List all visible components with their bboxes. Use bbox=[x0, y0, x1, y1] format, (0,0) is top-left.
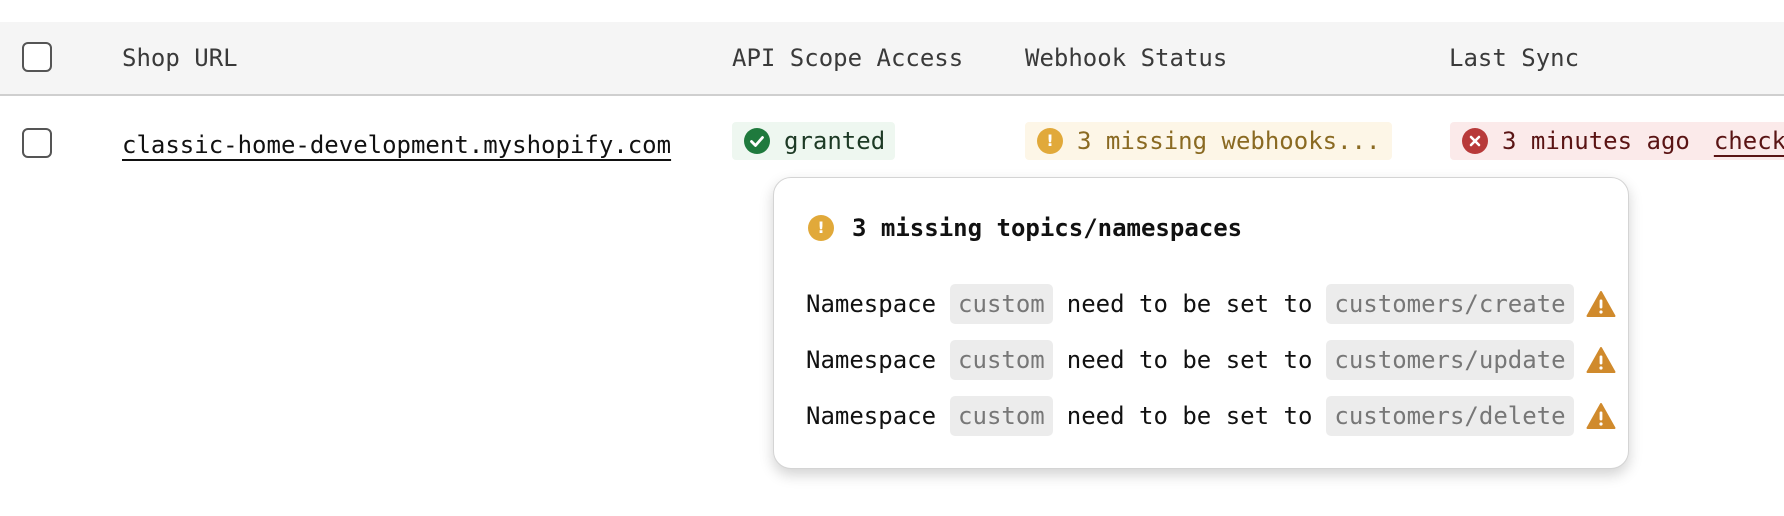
topic-code: customers/update bbox=[1326, 340, 1574, 380]
column-header-api-scope-access[interactable]: API Scope Access bbox=[732, 22, 963, 94]
shop-url-link[interactable]: classic-home-development.myshopify.com bbox=[122, 131, 671, 159]
popover-title: ! 3 missing topics/namespaces bbox=[808, 214, 1242, 242]
namespace-instruction: need to be set to bbox=[1066, 290, 1313, 318]
row-checkbox[interactable] bbox=[22, 128, 52, 158]
namespace-prefix: Namespace bbox=[806, 346, 937, 374]
exclamation-circle-icon: ! bbox=[808, 215, 834, 241]
api-scope-status-badge: granted bbox=[732, 122, 896, 160]
namespace-prefix: Namespace bbox=[806, 402, 937, 430]
webhook-status-badge[interactable]: ! 3 missing webhooks... bbox=[1025, 122, 1393, 160]
popover-title-text: 3 missing topics/namespaces bbox=[852, 214, 1243, 242]
last-sync-status-badge: 3 minutes ago check bbox=[1450, 122, 1784, 160]
topic-code: customers/create bbox=[1326, 284, 1574, 324]
table-header: Shop URL API Scope Access Webhook Status… bbox=[0, 22, 1784, 96]
namespace-code: custom bbox=[950, 340, 1053, 380]
check-circle-icon bbox=[744, 128, 770, 154]
warning-triangle-icon bbox=[1586, 402, 1616, 430]
api-scope-status-label: granted bbox=[784, 127, 886, 155]
namespace-code: custom bbox=[950, 284, 1053, 324]
webhook-missing-popover: ! 3 missing topics/namespaces Namespace … bbox=[773, 177, 1629, 469]
warning-triangle-icon bbox=[1586, 290, 1616, 318]
column-header-shop-url[interactable]: Shop URL bbox=[122, 22, 238, 94]
namespace-prefix: Namespace bbox=[806, 290, 937, 318]
last-sync-label: 3 minutes ago bbox=[1502, 127, 1690, 155]
topic-code: customers/delete bbox=[1326, 396, 1574, 436]
namespace-instruction: need to be set to bbox=[1066, 402, 1313, 430]
missing-topic-item: Namespace custom need to be set to custo… bbox=[806, 396, 1616, 436]
missing-topic-item: Namespace custom need to be set to custo… bbox=[806, 284, 1616, 324]
check-sync-link[interactable]: check bbox=[1714, 122, 1784, 160]
exclamation-circle-icon: ! bbox=[1037, 128, 1063, 154]
namespace-instruction: need to be set to bbox=[1066, 346, 1313, 374]
webhook-status-label: 3 missing webhooks... bbox=[1077, 127, 1381, 155]
x-circle-icon bbox=[1462, 128, 1488, 154]
warning-triangle-icon bbox=[1586, 346, 1616, 374]
column-header-last-sync[interactable]: Last Sync bbox=[1449, 22, 1579, 94]
namespace-code: custom bbox=[950, 396, 1053, 436]
column-header-webhook-status[interactable]: Webhook Status bbox=[1025, 22, 1227, 94]
missing-topic-item: Namespace custom need to be set to custo… bbox=[806, 340, 1616, 380]
select-all-checkbox[interactable] bbox=[22, 42, 52, 72]
